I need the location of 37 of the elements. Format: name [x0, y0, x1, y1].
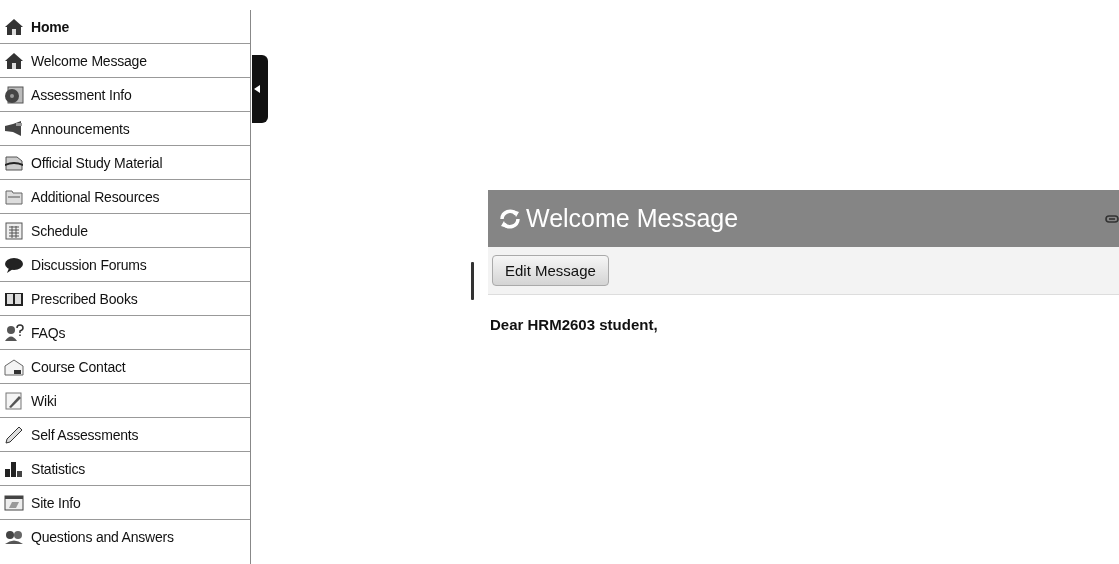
collapse-tab[interactable] [252, 55, 268, 123]
triangle-left-icon [254, 85, 260, 93]
window-icon [4, 493, 24, 512]
edit-message-button[interactable]: Edit Message [492, 255, 609, 286]
people-icon [4, 323, 24, 342]
sidebar-item[interactable]: Schedule [0, 214, 250, 248]
sidebar-item[interactable]: Home [0, 10, 250, 44]
envelope-icon [4, 357, 24, 376]
sidebar-item[interactable]: Official Study Material [0, 146, 250, 180]
sidebar-item[interactable]: FAQs [0, 316, 250, 350]
folder-icon [4, 187, 24, 206]
speech-bubble-icon [4, 255, 24, 274]
house-icon [4, 51, 24, 70]
sidebar-item[interactable]: Self Assessments [0, 418, 250, 452]
sidebar-item[interactable]: Announcements [0, 112, 250, 146]
tray-icon [4, 153, 24, 172]
sidebar-item[interactable]: Prescribed Books [0, 282, 250, 316]
sidebar-item[interactable]: Assessment Info [0, 78, 250, 112]
sidebar-item[interactable]: Statistics [0, 452, 250, 486]
sidebar-item[interactable]: Questions and Answers [0, 520, 250, 553]
pencil-on-page-icon [4, 391, 24, 410]
house-icon [4, 17, 24, 36]
refresh-icon[interactable] [498, 206, 522, 231]
sidebar-item[interactable]: Wiki [0, 384, 250, 418]
sidebar-item[interactable]: Additional Resources [0, 180, 250, 214]
sidebar-item[interactable]: Welcome Message [0, 44, 250, 78]
message-text: Dear HRM2603 student, [490, 316, 659, 333]
calendar-icon [4, 221, 24, 240]
sidebar-item[interactable]: Course Contact [0, 350, 250, 384]
link-icon[interactable] [1105, 214, 1119, 223]
resize-handle[interactable] [471, 262, 474, 300]
sidebar-item[interactable]: Discussion Forums [0, 248, 250, 282]
sidebar-item[interactable]: Site Info [0, 486, 250, 520]
panel-title: Welcome Message [526, 204, 740, 233]
bar-chart-icon [4, 459, 24, 478]
pencil-icon [4, 425, 24, 444]
megaphone-icon [4, 119, 24, 138]
